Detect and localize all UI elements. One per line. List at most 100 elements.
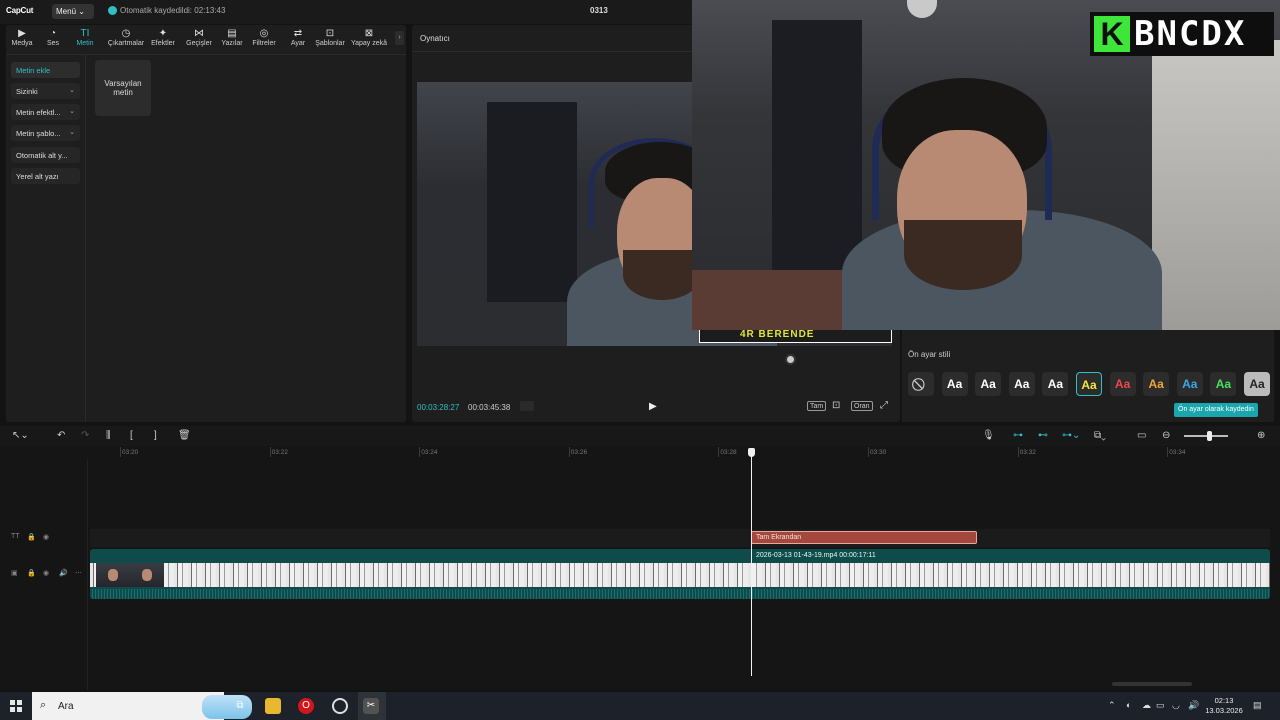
obs-icon[interactable] [332,698,348,714]
trim-right-icon[interactable]: ] [154,430,157,441]
preset-style-option[interactable]: Aa [975,372,1002,396]
linkage-icon[interactable]: ⊶⌄ [1062,430,1080,441]
opera-icon[interactable]: O [298,698,314,714]
tab-ai[interactable]: ⊠ Yapay zekâ [349,27,389,51]
app-logo: CapCut [6,6,34,15]
project-title: 0313 [590,6,608,15]
playhead[interactable] [751,450,752,676]
lock-icon[interactable]: 🔒 [27,569,36,577]
notification-icon[interactable]: ▤ [1253,700,1262,711]
volume-icon[interactable]: 🔊 [1188,700,1199,711]
autosave-status: Otomatik kaydedildi: 02:13:43 [108,6,225,15]
caption-icon[interactable]: ▭ [1137,430,1146,441]
submenu-item[interactable]: Yerel alt yazı [11,168,80,184]
preset-style-option[interactable]: Aa [1042,372,1069,396]
zoom-fit-icon[interactable]: ⊡ [832,400,840,411]
effects-icon: ✦ [158,28,168,39]
media-icon: ▶ [18,28,26,39]
text-clip[interactable]: Tam Ekrandan [751,531,977,544]
file-explorer-icon[interactable] [265,698,281,714]
preset-style-option[interactable]: Aa [1076,372,1102,396]
undo-icon[interactable]: ↶ [57,430,65,441]
tab-text[interactable]: TI Metin [69,27,101,51]
submenu-item[interactable]: Metin ekle [11,62,80,78]
video-clip[interactable]: 2026-03-13 01-43-19.mp4 00:00:17:11 [90,549,1270,599]
submenu-item[interactable]: Otomatik alt y... [11,147,80,163]
tab-filters[interactable]: ◎ Filtreler [248,27,280,51]
tab-sticker[interactable]: ◷ Çıkartmalar [106,27,146,51]
menu-button[interactable]: Menü ⌄ [52,4,94,19]
battery-icon[interactable]: ▭ [1156,700,1165,711]
fullscreen-mode-button[interactable]: Tam [807,401,827,411]
tab-label: Efektler [151,40,175,47]
tab-transitions[interactable]: ⋈ Geçişler [183,27,215,51]
submenu-item-label: Metin efektl... [16,108,61,117]
tab-media[interactable]: ▶ Medya [6,27,38,51]
magnet-icon[interactable]: ⊷ [1038,430,1048,441]
active-app-indicator [358,692,386,720]
zoom-slider-handle[interactable] [1207,431,1212,441]
ruler-tick [1167,447,1169,457]
save-preset-button[interactable]: Ön ayar olarak kaydedin [1174,403,1258,417]
split-icon[interactable]: ⫼ [106,430,111,441]
network-icon[interactable]: ◐ [1126,700,1131,710]
preset-style-option[interactable]: Aa [1008,372,1035,396]
trim-left-icon[interactable]: [ [130,430,133,441]
submenu-item[interactable]: Metin efektl... ⌄ [11,104,80,120]
text-track-icon: TT [11,533,20,540]
playhead-handle[interactable] [748,448,755,457]
taskbar-search[interactable]: ⌕ Ara [32,692,252,720]
preset-style-option[interactable]: Aa [941,372,968,396]
templates-icon: ⊡ [325,28,335,39]
windows-start-icon[interactable] [10,700,22,712]
ruler-label: 03:24 [421,449,438,456]
no-style-icon[interactable]: ⃠ [908,372,934,396]
preset-style-option[interactable]: Aa [1109,372,1136,396]
clock-time: 02:13 [1214,696,1234,705]
delete-icon[interactable]: 🗑 [178,430,191,441]
clock[interactable]: 02:13 13.03.2026 [1204,696,1244,716]
time-ruler[interactable]: 03:20 03:22 03:24 03:26 03:28 03:30 03:32 03:34 [90,446,1280,460]
tab-label: Şablonlar [315,40,345,47]
horizontal-scrollbar[interactable] [1112,682,1192,686]
tab-templates[interactable]: ⊡ Şablonlar [312,27,348,51]
preset-style-option[interactable]: Aa [1244,372,1270,396]
zoom-out-icon[interactable]: ⊖ [1162,430,1170,441]
preset-style-option[interactable]: Aa [1143,372,1170,396]
microphone-icon[interactable]: 🎙 [982,430,995,441]
more-icon[interactable]: ⋯ [75,569,82,577]
zoom-in-icon[interactable]: ⊕ [1257,430,1265,441]
submenu-item[interactable]: Sizinki ⌄ [11,83,80,99]
chevron-up-icon[interactable]: ⌃ [1108,700,1116,711]
subtitle-text[interactable]: 4R BERENDE [740,329,814,340]
tab-audio[interactable]: ◔ Ses [37,27,69,51]
video-clip-label: 2026-03-13 01-43-19.mp4 00:00:17:11 [756,552,876,559]
ai-icon: ⊠ [364,28,374,39]
eye-icon[interactable]: ◉ [43,533,49,541]
select-tool-icon[interactable]: ↖⌄ [12,430,29,441]
lock-icon[interactable]: 🔒 [27,533,36,541]
rotate-handle-icon[interactable] [785,354,796,365]
more-tools-arrow[interactable]: › [395,31,404,45]
tab-captions[interactable]: ▤ Yazılar [216,27,248,51]
redo-icon[interactable]: ↷ [81,430,89,441]
play-button[interactable]: ▶ [649,401,657,412]
preset-style-option[interactable]: Aa [1176,372,1203,396]
preset-style-option[interactable]: Aa [1210,372,1237,396]
preview-axis-icon[interactable]: ⧉⌄ [1094,430,1106,441]
submenu-item[interactable]: Metin şablo... ⌄ [11,125,80,141]
eye-icon[interactable]: ◉ [43,569,49,577]
tab-effects[interactable]: ✦ Efektler [147,27,179,51]
text-submenu: Metin ekle Sizinki ⌄ Metin efektl... ⌄ Metin … [6,55,86,422]
snap-link-icon[interactable]: ⊶ [1013,430,1023,441]
ratio-button[interactable]: Oran [851,401,873,411]
cloud-icon[interactable]: ☁ [1142,700,1151,711]
speaker-icon[interactable]: 🔊 [59,569,68,577]
timecode-format-icon[interactable] [520,401,534,411]
task-view-icon[interactable]: ⧉ [232,698,248,714]
wifi-icon[interactable]: ◡ [1172,700,1180,711]
zoom-slider[interactable] [1184,435,1228,437]
expand-icon[interactable]: ⤢ [880,400,888,411]
default-text-card[interactable]: Varsayılan metin [95,60,151,116]
tab-adjust[interactable]: ⇄ Ayar [282,27,314,51]
